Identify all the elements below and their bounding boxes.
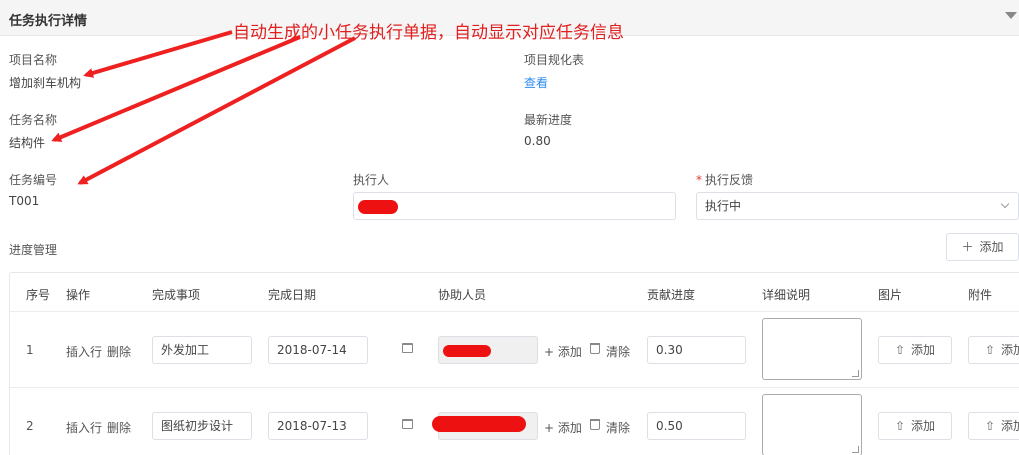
col-header-action: 操作 <box>66 288 91 302</box>
col-header-image: 图片 <box>878 288 903 302</box>
description-textarea[interactable] <box>762 318 862 380</box>
project-name-label: 项目名称 <box>9 53 58 67</box>
redaction-mark <box>443 345 491 357</box>
date-input[interactable]: 2018-07-13 <box>268 412 368 440</box>
task-name-value: 结构件 <box>9 136 46 150</box>
date-input[interactable]: 2018-07-14 <box>268 336 368 364</box>
add-attachment-button[interactable]: ⇧ 添加 <box>968 336 1019 364</box>
row-index: 1 <box>26 343 34 357</box>
description-textarea[interactable] <box>762 394 862 455</box>
add-image-label: 添加 <box>911 343 936 357</box>
helpers-input <box>438 336 538 364</box>
insert-row-link[interactable]: 插入行 <box>66 343 102 360</box>
add-progress-label: 添加 <box>979 240 1004 254</box>
add-helper-link[interactable]: + 添加 <box>544 343 582 360</box>
row-divider <box>10 387 1019 388</box>
col-header-contribution: 贡献进度 <box>647 288 696 302</box>
row-index: 2 <box>26 419 34 433</box>
chevron-down-icon <box>1000 199 1010 209</box>
contribution-input[interactable]: 0.50 <box>647 412 746 440</box>
add-helper-link[interactable]: + 添加 <box>544 419 582 436</box>
add-attachment-button[interactable]: ⇧ 添加 <box>968 412 1019 440</box>
annotation-text: 自动生成的小任务执行单据，自动显示对应任务信息 <box>233 23 624 43</box>
calendar-icon[interactable] <box>402 343 413 353</box>
delete-row-link[interactable]: 删除 <box>107 343 131 360</box>
task-no-value: T001 <box>9 194 40 208</box>
latest-progress-value: 0.80 <box>524 134 551 148</box>
redaction-mark <box>432 416 526 432</box>
calendar-icon[interactable] <box>402 419 413 429</box>
col-header-index: 序号 <box>26 288 51 302</box>
item-input[interactable]: 图纸初步设计 <box>152 412 252 440</box>
collapse-caret-icon[interactable] <box>1005 12 1017 19</box>
task-no-label: 任务编号 <box>9 173 58 187</box>
add-helper-label: 添加 <box>557 421 582 435</box>
task-name-label: 任务名称 <box>9 113 58 127</box>
trash-icon[interactable] <box>590 419 600 430</box>
feedback-select[interactable]: 执行中 <box>696 192 1019 220</box>
trash-icon[interactable] <box>590 343 600 354</box>
item-input[interactable]: 外发加工 <box>152 336 252 364</box>
upload-icon: ⇧ <box>894 343 906 357</box>
col-header-attachment: 附件 <box>968 288 993 302</box>
redaction-mark <box>358 200 398 214</box>
col-header-item: 完成事项 <box>152 288 201 302</box>
upload-icon: ⇧ <box>984 419 996 433</box>
arrow-to-task-no <box>77 36 356 185</box>
executor-label: 执行人 <box>353 173 390 187</box>
executor-input[interactable] <box>353 192 676 220</box>
required-mark: * <box>696 173 702 187</box>
clear-helper-link[interactable]: 清除 <box>606 419 630 436</box>
plus-icon: + <box>544 345 558 359</box>
add-helper-label: 添加 <box>557 345 582 359</box>
feedback-select-value: 执行中 <box>705 199 742 213</box>
col-header-date: 完成日期 <box>268 288 317 302</box>
add-attachment-label: 添加 <box>1001 343 1019 357</box>
add-progress-button[interactable]: ＋ 添加 <box>946 233 1019 261</box>
latest-progress-label: 最新进度 <box>524 113 573 127</box>
add-image-label: 添加 <box>911 419 936 433</box>
clear-helper-link[interactable]: 清除 <box>606 343 630 360</box>
plus-icon: ＋ <box>961 240 974 254</box>
upload-icon: ⇧ <box>984 343 996 357</box>
insert-row-link[interactable]: 插入行 <box>66 419 102 436</box>
feedback-label: * 执行反馈 <box>696 171 753 188</box>
progress-section-label: 进度管理 <box>9 243 58 257</box>
arrow-to-project-name <box>83 30 233 78</box>
col-header-description: 详细说明 <box>762 288 811 302</box>
add-attachment-label: 添加 <box>1001 419 1019 433</box>
add-image-button[interactable]: ⇧ 添加 <box>878 412 952 440</box>
arrow-to-task-name <box>51 35 301 142</box>
col-header-helpers: 协助人员 <box>438 288 487 302</box>
project-spec-view-link[interactable]: 查看 <box>524 74 548 91</box>
contribution-input[interactable]: 0.30 <box>647 336 746 364</box>
delete-row-link[interactable]: 删除 <box>107 419 131 436</box>
add-image-button[interactable]: ⇧ 添加 <box>878 336 952 364</box>
upload-icon: ⇧ <box>894 419 906 433</box>
section-title: 任务执行详情 <box>9 14 88 29</box>
row-divider <box>10 311 1019 312</box>
feedback-label-text: 执行反馈 <box>705 173 754 187</box>
project-spec-label: 项目规化表 <box>524 53 585 67</box>
project-name-value: 增加刹车机构 <box>9 76 82 90</box>
plus-icon: + <box>544 421 558 435</box>
